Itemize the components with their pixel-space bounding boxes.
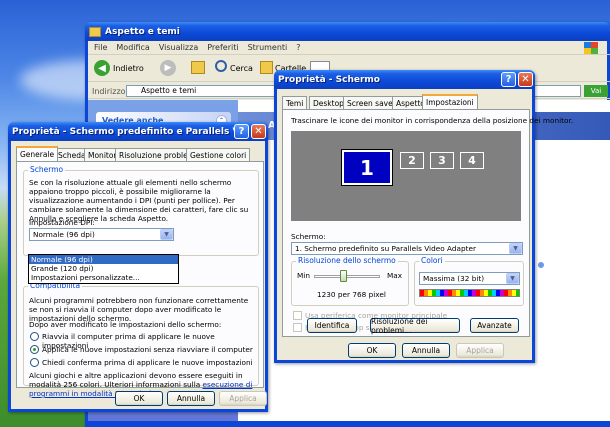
restart-radio[interactable] xyxy=(30,332,39,341)
chevron-down-icon[interactable]: ▼ xyxy=(506,273,519,284)
display-properties-titlebar[interactable]: Proprietà - Schermo ? ✕ xyxy=(274,70,535,89)
menu-modifica[interactable]: Modifica xyxy=(116,43,149,52)
screen-group-label: Schermo xyxy=(28,165,66,174)
go-button[interactable]: Vai xyxy=(584,85,608,97)
extend-desktop-checkbox[interactable] xyxy=(293,323,302,332)
dpi-option-normal[interactable]: Normale (96 dpi) xyxy=(29,255,178,264)
menu-preferiti[interactable]: Preferiti xyxy=(207,43,238,52)
chevron-down-icon[interactable]: ▼ xyxy=(509,243,522,254)
monitor-4[interactable]: 4 xyxy=(460,152,484,169)
dpi-option-large[interactable]: Grande (120 dpi) xyxy=(29,264,178,273)
back-label[interactable]: Indietro xyxy=(113,64,144,73)
dpi-option-custom[interactable]: Impostazioni personalizzate... xyxy=(29,273,178,282)
dpi-select[interactable]: Normale (96 dpi) ▼ xyxy=(29,228,174,241)
adapter-properties-titlebar[interactable]: Proprietà - Schermo predefinito e Parall… xyxy=(8,122,268,141)
menu-help[interactable]: ? xyxy=(296,43,300,52)
general-panel: Schermo Se con la risoluzione attuale gl… xyxy=(16,161,264,398)
address-label: Indirizzo xyxy=(92,87,126,96)
adapter-properties-window: Proprietà - Schermo predefinito e Parall… xyxy=(8,122,268,412)
compatibility-group: Compatibilità Alcuni programmi potrebber… xyxy=(23,281,259,398)
monitor-4-label: 4 xyxy=(468,154,476,167)
ok-button[interactable]: OK xyxy=(348,343,396,358)
colors-select[interactable]: Massima (32 bit) ▼ xyxy=(419,272,520,285)
up-folder-icon[interactable] xyxy=(191,61,205,74)
res-max-label: Max xyxy=(387,271,403,280)
screen-label: Schermo: xyxy=(291,232,326,241)
monitor-instruction: Trascinare le icone dei monitor in corri… xyxy=(291,116,574,125)
monitor-3[interactable]: 3 xyxy=(430,152,454,169)
dpi-dropdown-list: Normale (96 dpi) Grande (120 dpi) Impost… xyxy=(28,254,179,284)
address-value: Aspetto e temi xyxy=(141,86,197,95)
chevron-down-icon[interactable]: ▼ xyxy=(160,229,173,240)
menu-file[interactable]: File xyxy=(94,43,107,52)
colors-group-label: Colori xyxy=(419,256,445,265)
colors-select-value: Massima (32 bit) xyxy=(423,274,485,283)
dpi-label: Impostazione DPI: xyxy=(29,218,95,227)
help-icon[interactable]: ? xyxy=(234,124,249,139)
screen-description: Se con la risoluzione attuale gli elemen… xyxy=(29,178,249,223)
screen-select[interactable]: 1. Schermo predefinito su Parallels Vide… xyxy=(291,242,523,255)
scroll-handle-icon xyxy=(536,260,546,270)
cancel-button[interactable]: Annulla xyxy=(402,343,450,358)
resolution-slider-thumb[interactable] xyxy=(340,270,347,282)
explorer-title: Aspetto e temi xyxy=(105,26,180,37)
resolution-group: Risoluzione dello schermo Min Max 1230 p… xyxy=(291,256,409,306)
monitor-1[interactable]: 1 xyxy=(341,149,393,186)
dpi-select-value: Normale (96 dpi) xyxy=(33,230,95,239)
help-icon[interactable]: ? xyxy=(501,72,516,87)
colors-group: Colori Massima (32 bit) ▼ xyxy=(414,256,524,306)
apply-button[interactable]: Applica xyxy=(219,391,267,406)
search-icon[interactable] xyxy=(215,60,227,72)
monitor-2-label: 2 xyxy=(408,154,416,167)
search-label[interactable]: Cerca xyxy=(230,64,253,73)
menu-strumenti[interactable]: Strumenti xyxy=(248,43,288,52)
res-value: 1230 per 768 pixel xyxy=(317,290,386,299)
color-spectrum-bar xyxy=(419,289,520,297)
explorer-titlebar[interactable]: Aspetto e temi xyxy=(85,22,610,41)
after-change-label: Dopo aver modificato le impostazioni del… xyxy=(29,320,222,329)
ask-confirmation-label: Chiedi conferma prima di applicare le nu… xyxy=(42,358,253,367)
folder-icon xyxy=(89,26,101,37)
resolution-group-label: Risoluzione dello schermo xyxy=(296,256,398,265)
monitor-1-label: 1 xyxy=(360,155,374,180)
folders-icon[interactable] xyxy=(260,61,273,74)
close-icon[interactable]: ✕ xyxy=(251,124,266,139)
troubleshoot-button[interactable]: Risoluzione dei problemi... xyxy=(370,317,460,335)
back-icon[interactable]: ◀ xyxy=(94,60,110,76)
menu-bar: File Modifica Visualizza Preferiti Strum… xyxy=(88,41,610,55)
display-properties-title: Proprietà - Schermo xyxy=(278,74,380,85)
adapter-properties-title: Proprietà - Schermo predefinito e Parall… xyxy=(12,126,234,137)
resolution-slider-track[interactable] xyxy=(314,275,380,278)
screen-group: Schermo Se con la risoluzione attuale gl… xyxy=(23,165,259,256)
apply-without-restart-label: Applica le nuove impostazioni senza riav… xyxy=(42,345,253,354)
cancel-button[interactable]: Annulla xyxy=(167,391,215,406)
apply-without-restart-radio[interactable] xyxy=(30,345,39,354)
tab-generale[interactable]: Generale xyxy=(16,146,59,161)
advanced-button[interactable]: Avanzate xyxy=(470,318,519,333)
monitor-3-label: 3 xyxy=(438,154,446,167)
monitor-arrangement-area: 1 2 3 4 xyxy=(291,131,521,221)
settings-panel: Trascinare le icone dei monitor in corri… xyxy=(282,109,574,337)
tab-gestione-colori[interactable]: Gestione colori xyxy=(186,148,251,161)
forward-icon[interactable]: ▶ xyxy=(160,60,176,76)
tab-impostazioni[interactable]: Impostazioni xyxy=(422,94,478,109)
compatibility-description: Alcuni programmi potrebbero non funziona… xyxy=(29,296,249,323)
monitor-2[interactable]: 2 xyxy=(400,152,424,169)
display-properties-window: Proprietà - Schermo ? ✕ Temi Desktop Scr… xyxy=(274,70,574,363)
ok-button[interactable]: OK xyxy=(115,391,163,406)
windows-logo-icon xyxy=(584,42,598,54)
screen-select-value: 1. Schermo predefinito su Parallels Vide… xyxy=(295,244,476,253)
close-icon[interactable]: ✕ xyxy=(518,72,533,87)
tab-temi[interactable]: Temi xyxy=(282,96,308,109)
ask-confirmation-radio[interactable] xyxy=(30,358,39,367)
identify-button[interactable]: Identifica xyxy=(307,318,357,333)
primary-monitor-checkbox[interactable] xyxy=(293,311,302,320)
menu-visualizza[interactable]: Visualizza xyxy=(159,43,198,52)
res-min-label: Min xyxy=(297,271,310,280)
apply-button[interactable]: Applica xyxy=(456,343,504,358)
